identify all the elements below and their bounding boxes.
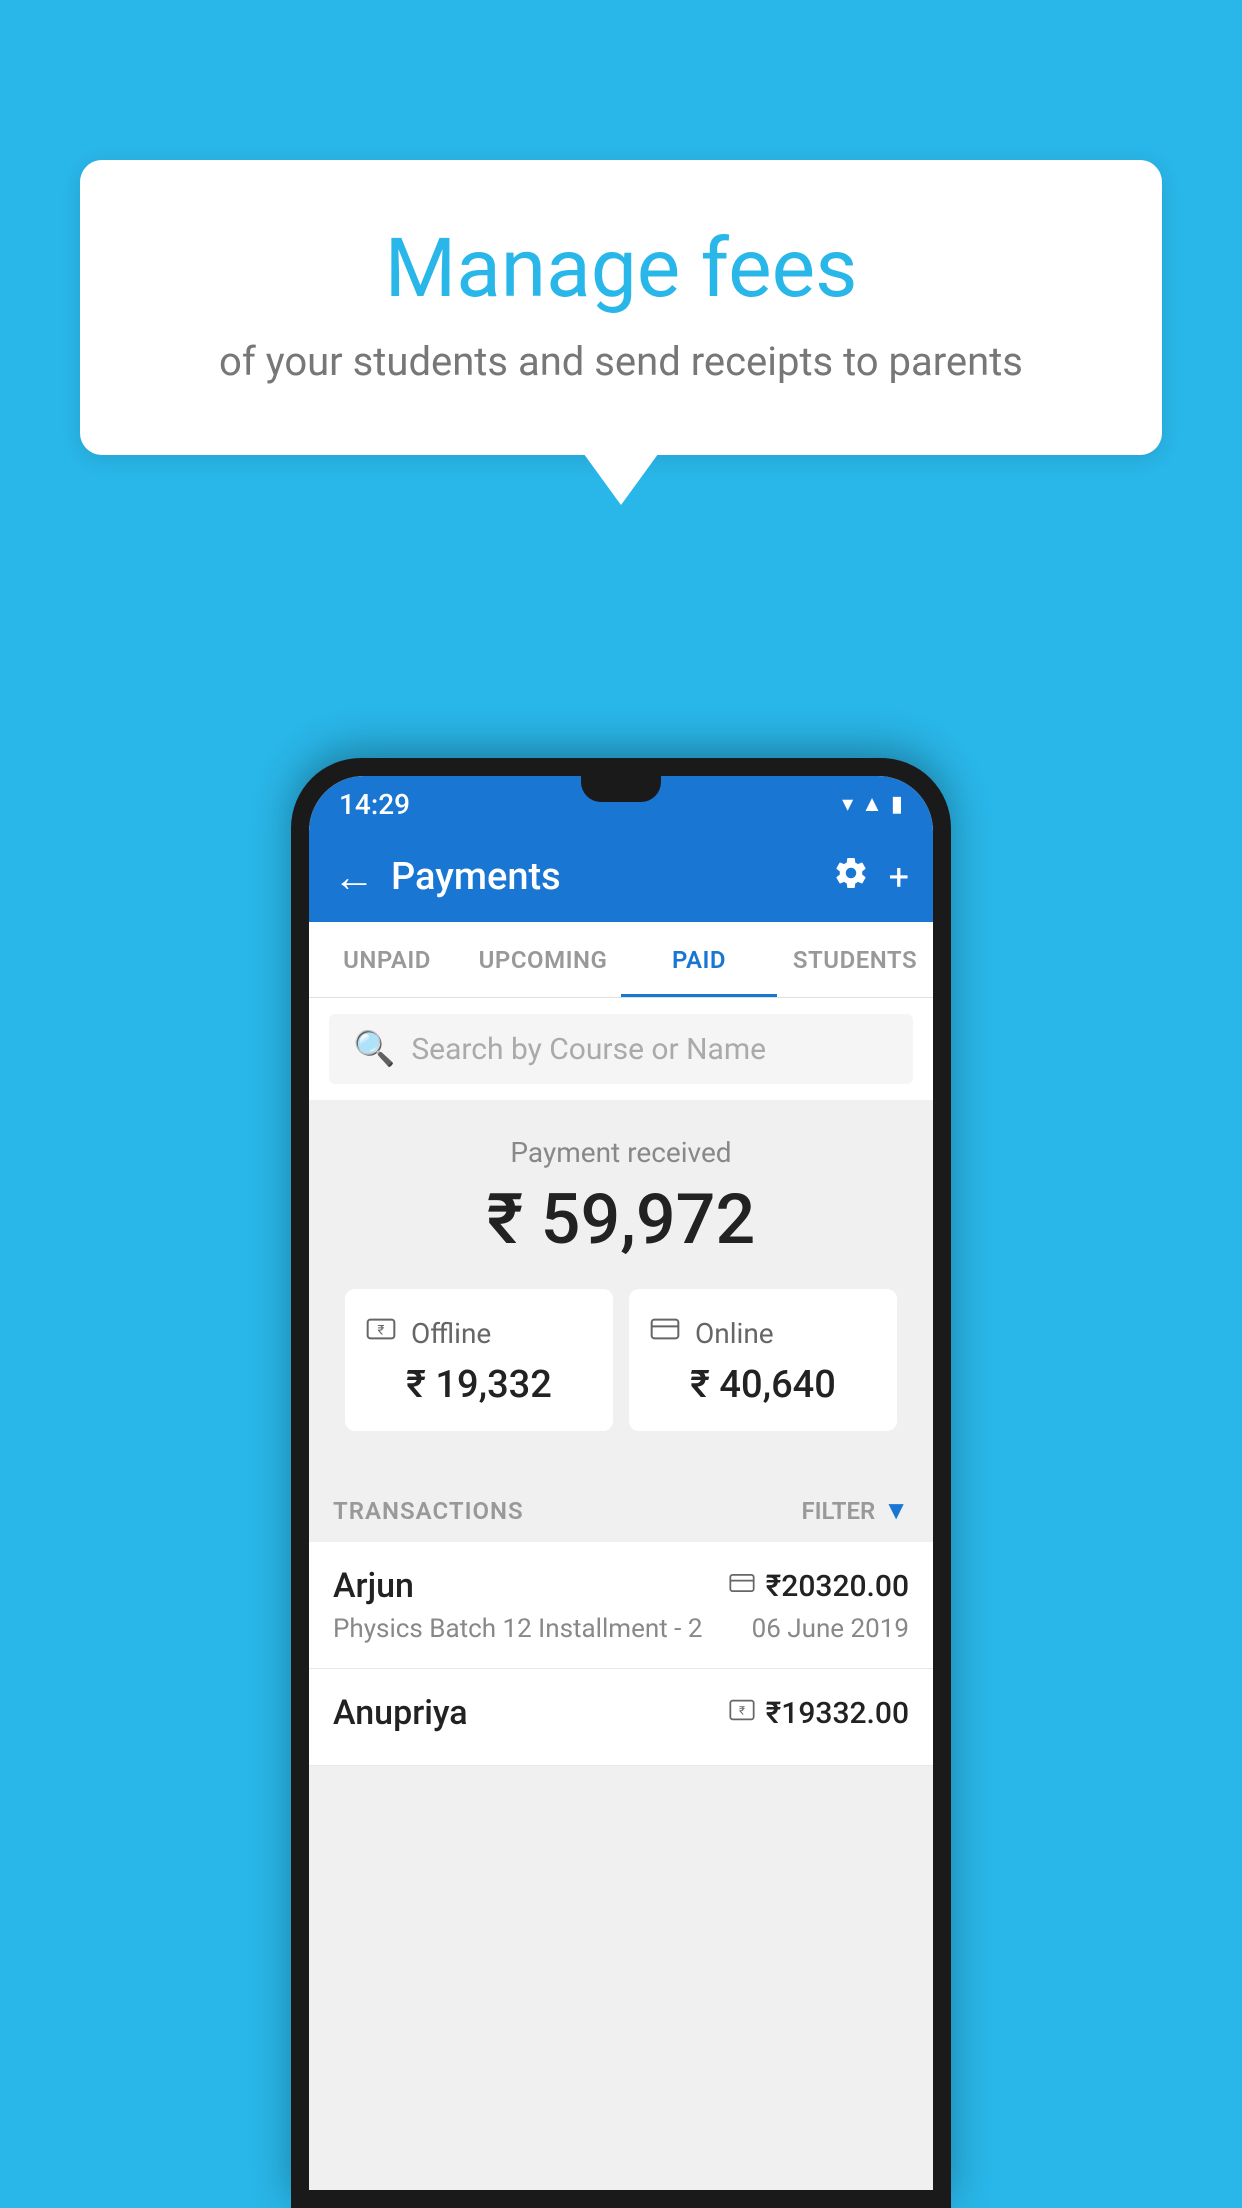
add-button[interactable]: +	[889, 856, 909, 898]
offline-card-header: ₹ Offline	[365, 1313, 593, 1353]
svg-text:₹: ₹	[378, 1323, 385, 1338]
payment-label: Payment received	[329, 1136, 913, 1169]
payment-type-icon-online	[728, 1569, 756, 1604]
offline-label: Offline	[411, 1317, 491, 1350]
offline-card: ₹ Offline ₹ 19,332	[345, 1289, 613, 1431]
transaction-row[interactable]: Arjun ₹20320.00 Physics Batch 12 Install…	[309, 1542, 933, 1669]
bubble-title: Manage fees	[160, 220, 1082, 318]
app-title: Payments	[391, 855, 833, 899]
signal-icon: ▲	[861, 791, 883, 817]
transaction-name: Anupriya	[333, 1693, 468, 1733]
transactions-header: TRANSACTIONS FILTER ▼	[309, 1479, 933, 1542]
offline-icon: ₹	[365, 1313, 397, 1353]
transaction-top: Arjun ₹20320.00	[333, 1566, 909, 1606]
status-time: 14:29	[339, 788, 410, 821]
transaction-bottom: Physics Batch 12 Installment - 2 06 June…	[333, 1614, 909, 1644]
transaction-amount: ₹19332.00	[766, 1696, 909, 1731]
wifi-icon: ▾	[842, 792, 853, 817]
search-container: 🔍 Search by Course or Name	[309, 998, 933, 1100]
app-bar-actions: +	[833, 855, 909, 900]
bubble-subtitle: of your students and send receipts to pa…	[160, 338, 1082, 385]
transaction-amount-row: ₹20320.00	[728, 1569, 909, 1604]
phone-inner: 14:29 ▾ ▲ ▮ ← Payments + UNP	[309, 776, 933, 2190]
transaction-row[interactable]: Anupriya ₹ ₹19332.00	[309, 1669, 933, 1766]
status-icons: ▾ ▲ ▮	[842, 791, 903, 817]
search-placeholder: Search by Course or Name	[411, 1032, 766, 1067]
transaction-date: 06 June 2019	[752, 1614, 909, 1644]
phone-mockup: 14:29 ▾ ▲ ▮ ← Payments + UNP	[291, 758, 951, 2208]
search-icon: 🔍	[353, 1029, 395, 1069]
battery-icon: ▮	[891, 792, 903, 817]
online-icon	[649, 1313, 681, 1353]
payment-total-amount: ₹ 59,972	[329, 1179, 913, 1261]
transactions-label: TRANSACTIONS	[333, 1497, 524, 1525]
offline-amount: ₹ 19,332	[365, 1363, 593, 1407]
transaction-amount: ₹20320.00	[766, 1569, 909, 1604]
tabs-bar: UNPAID UPCOMING PAID STUDENTS	[309, 922, 933, 998]
app-bar: ← Payments +	[309, 832, 933, 922]
tab-unpaid[interactable]: UNPAID	[309, 922, 465, 997]
speech-bubble: Manage fees of your students and send re…	[80, 160, 1162, 455]
transaction-name: Arjun	[333, 1566, 414, 1606]
online-amount: ₹ 40,640	[649, 1363, 877, 1407]
transaction-detail: Physics Batch 12 Installment - 2	[333, 1614, 702, 1644]
filter-icon: ▼	[883, 1495, 909, 1526]
tab-students[interactable]: STUDENTS	[777, 922, 933, 997]
phone-notch	[581, 776, 661, 802]
online-card: Online ₹ 40,640	[629, 1289, 897, 1431]
search-bar[interactable]: 🔍 Search by Course or Name	[329, 1014, 913, 1084]
online-card-header: Online	[649, 1313, 877, 1353]
filter-button[interactable]: FILTER ▼	[801, 1495, 909, 1526]
tab-paid[interactable]: PAID	[621, 922, 777, 997]
payment-received-section: Payment received ₹ 59,972 ₹ Offline	[309, 1100, 933, 1479]
filter-label: FILTER	[801, 1497, 875, 1525]
transaction-top: Anupriya ₹ ₹19332.00	[333, 1693, 909, 1733]
cards-row: ₹ Offline ₹ 19,332	[329, 1289, 913, 1431]
speech-bubble-container: Manage fees of your students and send re…	[80, 160, 1162, 455]
online-label: Online	[695, 1317, 774, 1350]
back-button[interactable]: ←	[333, 853, 375, 902]
tab-upcoming[interactable]: UPCOMING	[465, 922, 621, 997]
svg-text:₹: ₹	[739, 1703, 745, 1717]
payment-type-icon-offline: ₹	[728, 1696, 756, 1731]
settings-button[interactable]	[833, 855, 869, 900]
transaction-amount-row: ₹ ₹19332.00	[728, 1696, 909, 1731]
